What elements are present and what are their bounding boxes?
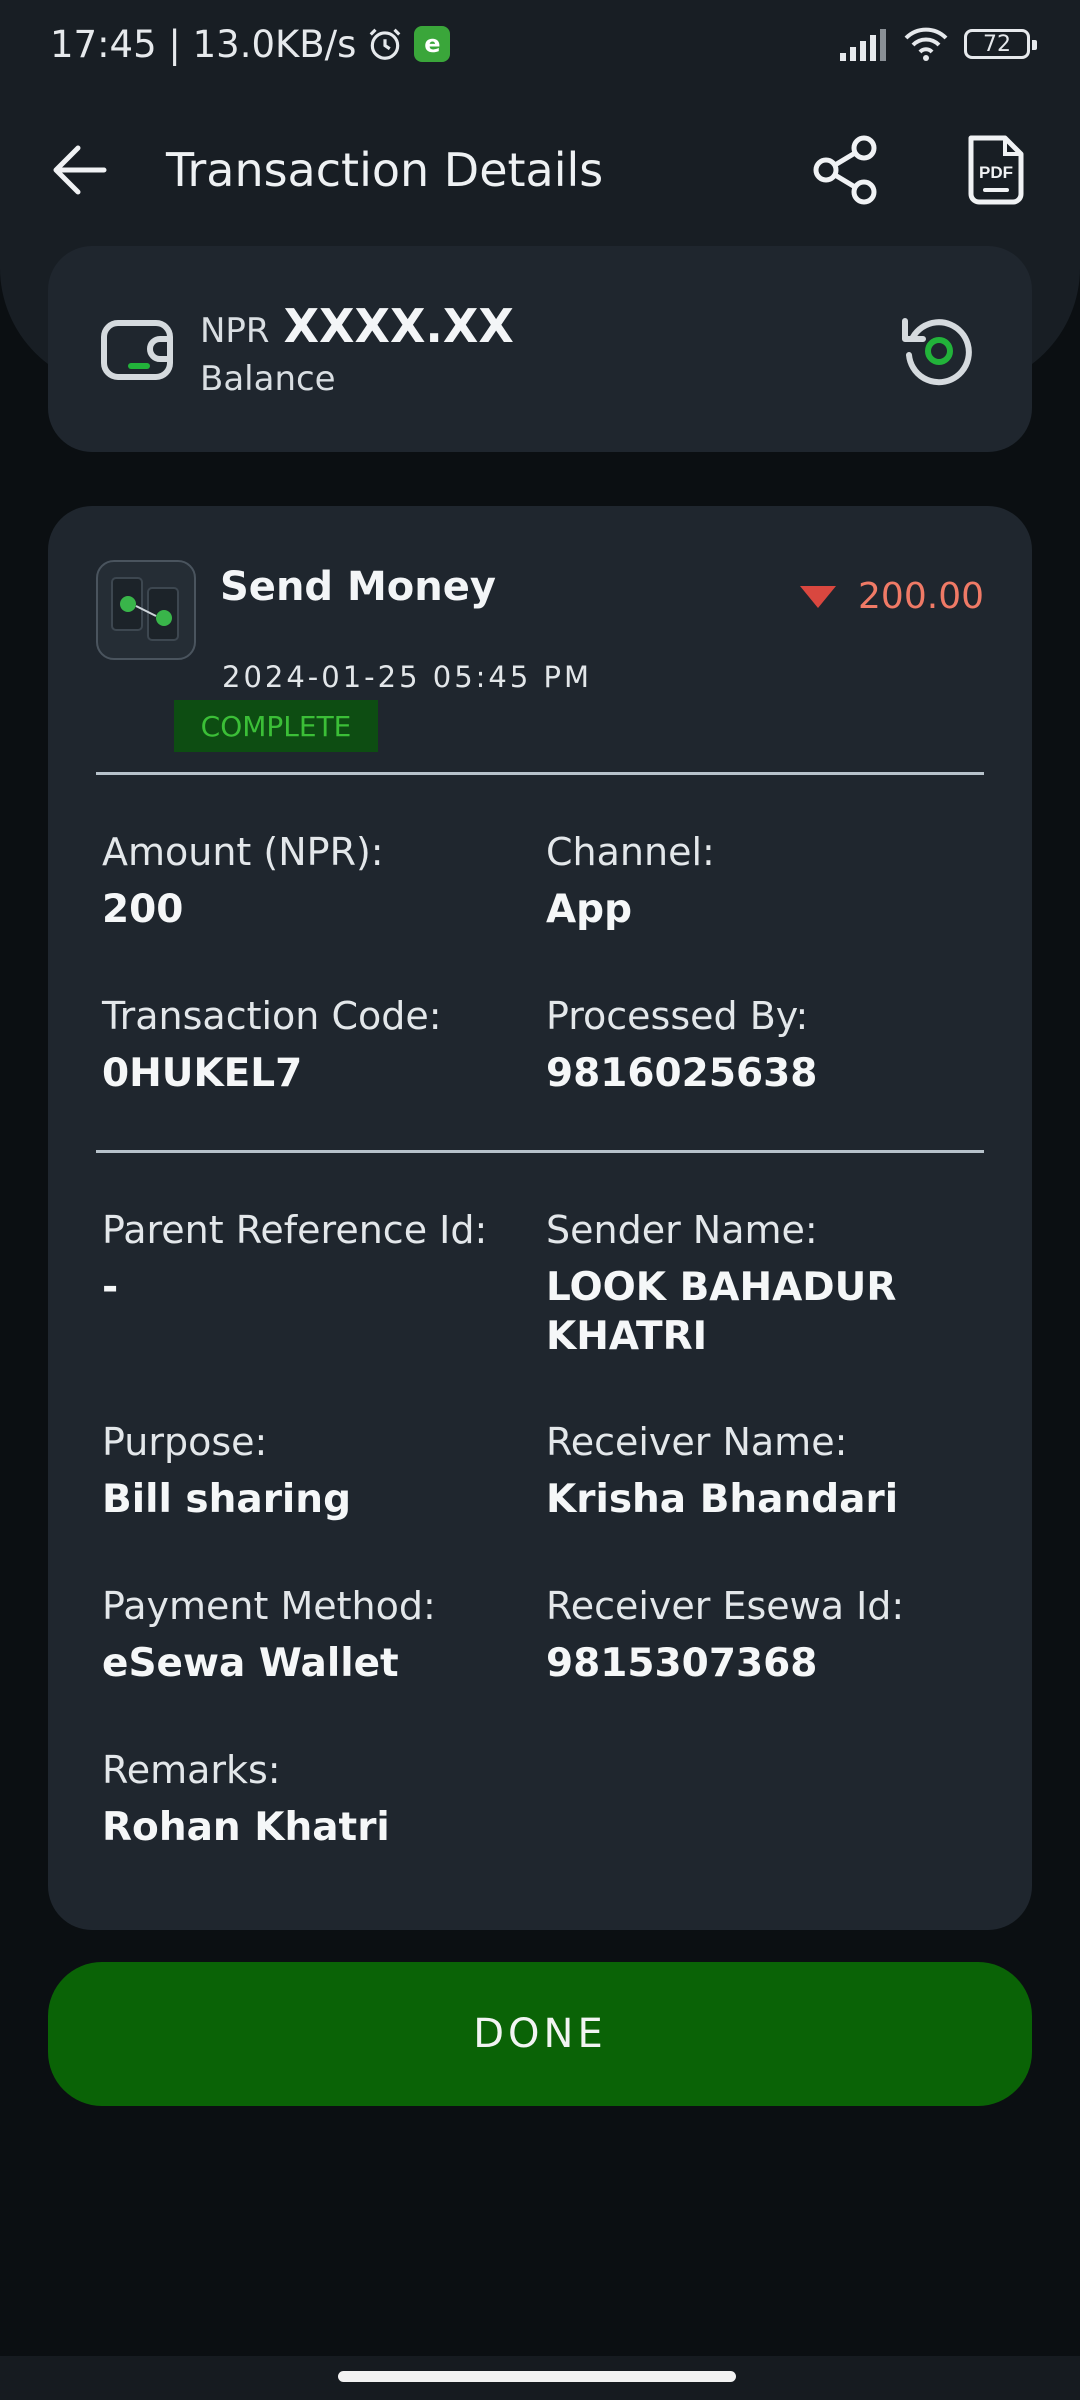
back-button[interactable] [44,135,114,205]
pdf-text: PDF [979,163,1013,182]
refresh-balance-button[interactable] [892,304,982,394]
back-arrow-icon [53,145,107,195]
processed-by-label: Processed By: [546,994,809,1038]
wallet-icon [101,320,173,380]
payment-method-label: Payment Method: [102,1584,436,1628]
balance-card: NPR XXXX.XX Balance [48,246,1032,452]
remarks-field: Remarks: Rohan Khatri [102,1748,532,1853]
parent-reference-label: Parent Reference Id: [102,1208,488,1252]
transaction-card: Send Money 200.00 2024-01-25 05:45 PM CO… [48,506,1032,1930]
receiver-name-label: Receiver Name: [546,1420,848,1464]
processed-by-value: 9816025638 [546,1051,818,1096]
balance-amount: XXXX.XX [283,299,514,353]
status-time: 17:45 | 13.0KB/s [50,22,357,66]
divider [96,772,984,775]
receiver-esewa-id-value: 9815307368 [546,1641,818,1686]
receiver-esewa-id-field: Receiver Esewa Id: 9815307368 [546,1584,976,1689]
battery-icon: 72 [964,29,1037,59]
receiver-esewa-id-label: Receiver Esewa Id: [546,1584,905,1628]
amount-label: Amount (NPR): [102,830,384,874]
esewa-app-icon: e [414,26,451,62]
purpose-label: Purpose: [102,1420,268,1464]
receiver-name-field: Receiver Name: Krisha Bhandari [546,1420,976,1525]
pdf-download-button[interactable]: PDF [956,130,1036,210]
signal-icon [840,29,886,61]
receiver-name-value: Krisha Bhandari [546,1477,899,1522]
parent-reference-field: Parent Reference Id: - [102,1208,542,1313]
transaction-amount: 200.00 [858,576,984,617]
pdf-icon: PDF [968,135,1024,205]
channel-value: App [546,887,633,932]
status-bar: 17:45 | 13.0KB/s e 72 [0,0,1080,88]
debit-arrow-icon [800,585,837,608]
share-icon [813,135,877,205]
done-button[interactable]: DONE [48,1962,1032,2106]
status-badge: COMPLETE [174,700,378,752]
home-indicator[interactable] [338,2371,736,2382]
purpose-field: Purpose: Bill sharing [102,1420,532,1525]
remarks-value: Rohan Khatri [102,1805,390,1850]
alarm-icon [370,28,401,60]
sender-name-value: LOOK BAHADUR KHATRI [546,1265,897,1359]
wifi-icon [904,27,948,61]
transaction-code-value: 0HUKEL7 [102,1051,303,1096]
send-money-icon [111,577,179,641]
transaction-code-label: Transaction Code: [102,994,442,1038]
payment-method-field: Payment Method: eSewa Wallet [102,1584,532,1689]
divider [96,1150,984,1153]
balance-label: Balance [200,359,336,399]
amount-field: Amount (NPR): 200 [102,830,532,935]
transaction-code-field: Transaction Code: 0HUKEL7 [102,994,532,1099]
parent-reference-value: - [102,1265,119,1310]
sender-name-field: Sender Name: LOOK BAHADUR KHATRI [546,1208,976,1362]
amount-value: 200 [102,887,184,932]
processed-by-field: Processed By: 9816025638 [546,994,976,1099]
channel-label: Channel: [546,830,715,874]
purpose-value: Bill sharing [102,1477,351,1522]
send-money-logo [96,560,196,660]
sender-name-label: Sender Name: [546,1208,818,1252]
transaction-type: Send Money [220,564,496,610]
payment-method-value: eSewa Wallet [102,1641,399,1686]
balance-currency: NPR [200,311,270,351]
remarks-label: Remarks: [102,1748,281,1792]
channel-field: Channel: App [546,830,976,935]
refresh-icon [902,318,972,386]
app-bar: Transaction Details PDF [0,100,1080,240]
share-button[interactable] [806,130,886,210]
page-title: Transaction Details [166,143,604,197]
transaction-datetime: 2024-01-25 05:45 PM [222,660,593,694]
